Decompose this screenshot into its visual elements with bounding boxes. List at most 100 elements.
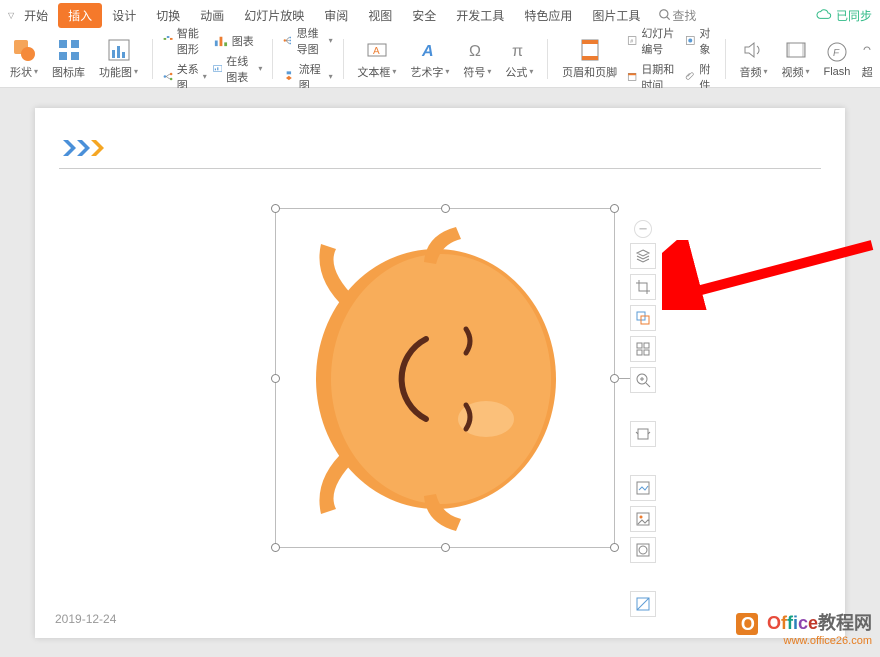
effects-button[interactable] bbox=[630, 537, 656, 563]
flowchart-icon bbox=[283, 69, 295, 84]
slide-decoration-arrows bbox=[63, 136, 113, 160]
change-image-icon bbox=[635, 511, 651, 527]
crop-button[interactable] bbox=[630, 274, 656, 300]
online-chart-icon bbox=[213, 61, 223, 76]
shape-button[interactable]: 形状▾ bbox=[6, 34, 42, 84]
smartart-icon bbox=[163, 33, 173, 48]
resize-handle-ne[interactable] bbox=[610, 204, 619, 213]
tab-design[interactable]: 设计 bbox=[102, 3, 146, 28]
chart-icon bbox=[213, 33, 228, 48]
column-chart-icon bbox=[107, 38, 131, 62]
speaker-icon bbox=[741, 38, 765, 62]
slidenum-button[interactable]: # 幻灯片编号 bbox=[627, 25, 679, 57]
tab-security[interactable]: 安全 bbox=[402, 3, 446, 28]
resize-handle-sw[interactable] bbox=[271, 543, 280, 552]
search-box[interactable]: 查找 bbox=[658, 7, 696, 24]
wordart-button[interactable]: A 艺术字▾ bbox=[406, 34, 453, 84]
slide[interactable]: ─ 2019-12-24 bbox=[35, 108, 845, 638]
shape-icon bbox=[12, 38, 36, 62]
effects-icon bbox=[635, 542, 651, 558]
layers-icon bbox=[635, 248, 651, 264]
resize-handle-w[interactable] bbox=[271, 374, 280, 383]
tab-view[interactable]: 视图 bbox=[358, 3, 402, 28]
object-button[interactable]: 对象 bbox=[685, 25, 715, 57]
svg-text:A: A bbox=[421, 43, 434, 60]
tab-devtools[interactable]: 开发工具 bbox=[446, 3, 514, 28]
pi-icon: π bbox=[507, 38, 531, 62]
compress-icon bbox=[635, 426, 651, 442]
save-image-button[interactable] bbox=[630, 475, 656, 501]
svg-text:F: F bbox=[833, 48, 840, 59]
float-image-toolbar: ─ bbox=[628, 220, 658, 617]
reset-button[interactable] bbox=[630, 591, 656, 617]
divider bbox=[547, 39, 548, 79]
grid-button[interactable] bbox=[630, 336, 656, 362]
zoom-plus-icon bbox=[635, 372, 651, 388]
link-icon bbox=[860, 38, 874, 62]
wordart-icon: A bbox=[418, 38, 442, 62]
canvas-area[interactable]: ─ 2019-12-24 bbox=[0, 88, 880, 657]
tab-bar: ▽ 开始 插入 设计 切换 动画 幻灯片放映 审阅 视图 安全 开发工具 特色应… bbox=[0, 0, 880, 30]
hyperlink-button[interactable]: 超 bbox=[860, 34, 874, 84]
calendar-icon bbox=[627, 69, 637, 84]
change-image-button[interactable] bbox=[630, 506, 656, 532]
chart-button[interactable]: 图表 bbox=[213, 33, 263, 49]
mindmap-button[interactable]: 思维导图▾ bbox=[283, 25, 333, 57]
divider bbox=[343, 39, 344, 79]
save-image-icon bbox=[635, 480, 651, 496]
divider bbox=[272, 39, 273, 79]
func-chart-button[interactable]: 功能图▾ bbox=[95, 34, 142, 84]
layers-button[interactable] bbox=[630, 243, 656, 269]
tab-home[interactable]: 开始 bbox=[14, 3, 58, 28]
video-button[interactable]: 视频▾ bbox=[778, 34, 814, 84]
icon-library-button[interactable]: 图标库 bbox=[48, 34, 89, 84]
svg-text:π: π bbox=[512, 43, 523, 60]
svg-text:Ω: Ω bbox=[469, 43, 481, 60]
formula-button[interactable]: π 公式▾ bbox=[501, 34, 537, 84]
reset-icon bbox=[635, 596, 651, 612]
tab-insert[interactable]: 插入 bbox=[58, 3, 102, 28]
svg-text:A: A bbox=[373, 46, 380, 57]
search-label: 查找 bbox=[672, 7, 696, 24]
smartart-button[interactable]: 智能图形 bbox=[163, 25, 207, 57]
online-chart-button[interactable]: 在线图表▾ bbox=[213, 53, 263, 85]
textbox-button[interactable]: A 文本框▾ bbox=[353, 34, 400, 84]
watermark-logo-icon bbox=[736, 613, 758, 635]
paperclip-icon bbox=[685, 69, 696, 84]
omega-icon: Ω bbox=[465, 38, 489, 62]
resize-handle-nw[interactable] bbox=[271, 204, 280, 213]
replace-button[interactable] bbox=[630, 305, 656, 331]
flash-icon: F bbox=[825, 40, 849, 64]
resize-handle-n[interactable] bbox=[441, 204, 450, 213]
flash-button[interactable]: F Flash bbox=[820, 34, 855, 84]
crop-icon bbox=[635, 279, 651, 295]
slide-heading-rule bbox=[59, 168, 821, 169]
textbox-icon: A bbox=[365, 38, 389, 62]
grid-small-icon bbox=[635, 341, 651, 357]
object-icon bbox=[685, 33, 696, 48]
zoom-button[interactable] bbox=[630, 367, 656, 393]
compress-button[interactable] bbox=[630, 421, 656, 447]
hash-icon: # bbox=[627, 33, 637, 48]
watermark: Office教程网 www.office26.com bbox=[736, 609, 872, 647]
slide-date: 2019-12-24 bbox=[55, 612, 116, 626]
resize-handle-s[interactable] bbox=[441, 543, 450, 552]
header-footer-button[interactable]: 页眉和页脚 bbox=[558, 34, 621, 84]
svg-text:#: # bbox=[630, 39, 633, 45]
divider bbox=[725, 39, 726, 79]
relation-icon bbox=[163, 69, 173, 84]
cloud-icon bbox=[816, 9, 832, 21]
watermark-url: www.office26.com bbox=[736, 635, 872, 647]
ribbon: 形状▾ 图标库 功能图▾ 智能图形 关系图▾ 图表 在线图表▾ 思维导图 bbox=[0, 30, 880, 88]
image-selection[interactable] bbox=[275, 208, 615, 548]
film-icon bbox=[784, 38, 808, 62]
sync-label: 已同步 bbox=[836, 7, 872, 24]
audio-button[interactable]: 音频▾ bbox=[735, 34, 771, 84]
search-icon bbox=[658, 8, 672, 22]
symbols-button[interactable]: Ω 符号▾ bbox=[459, 34, 495, 84]
sync-status[interactable]: 已同步 bbox=[816, 7, 872, 24]
picture-orange-face[interactable] bbox=[276, 209, 616, 549]
tab-special[interactable]: 特色应用 bbox=[514, 3, 582, 28]
resize-handle-se[interactable] bbox=[610, 543, 619, 552]
collapse-button[interactable]: ─ bbox=[634, 220, 652, 238]
